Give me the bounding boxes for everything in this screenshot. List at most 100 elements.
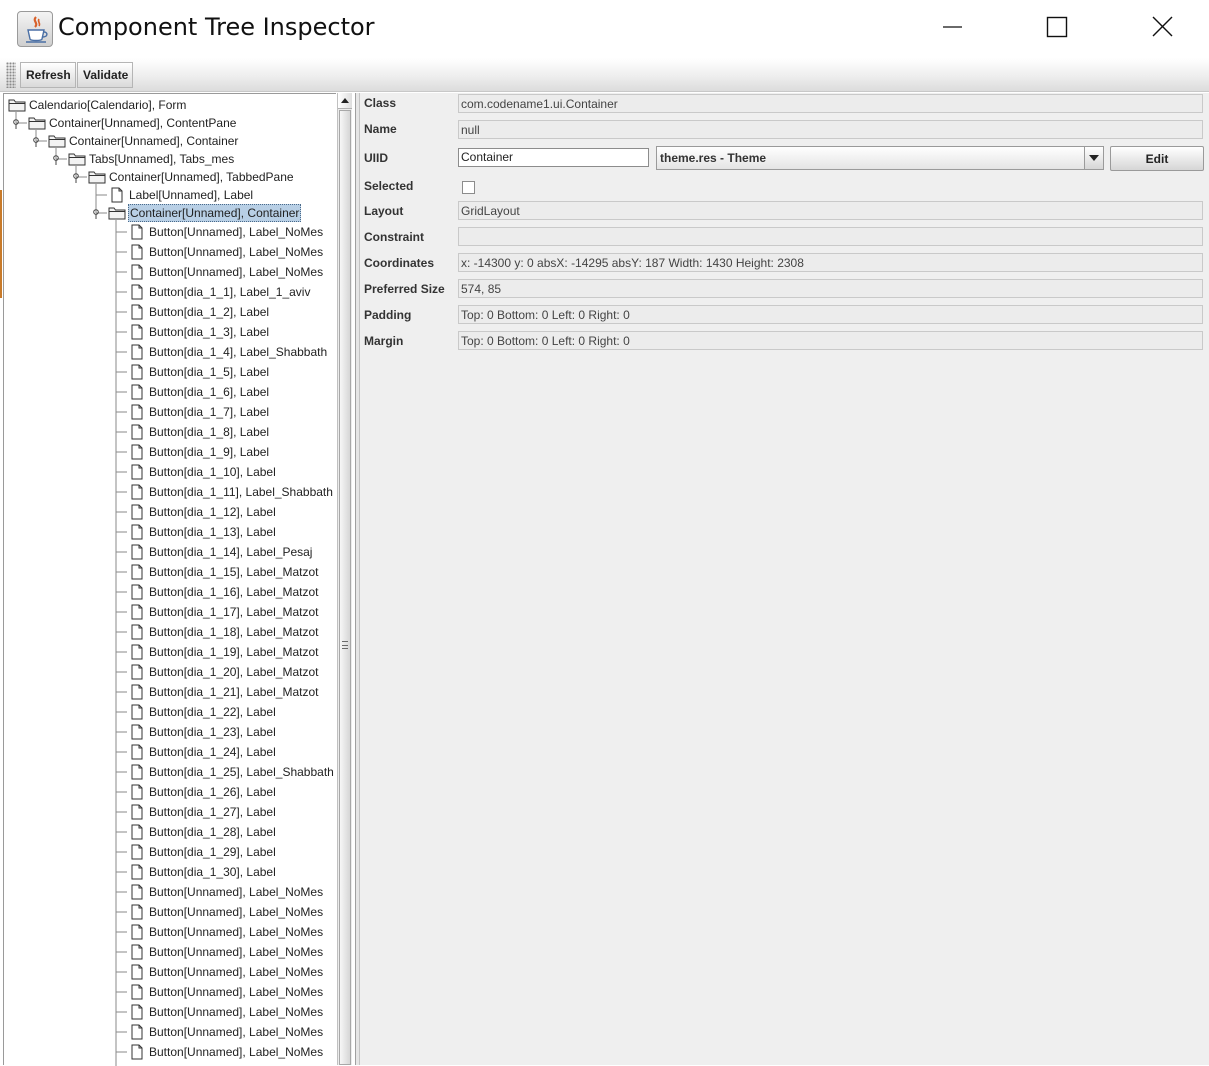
file-icon bbox=[128, 304, 146, 320]
close-button[interactable] bbox=[1140, 8, 1186, 48]
tree-node-label: Button[dia_1_8], Label bbox=[149, 425, 270, 439]
folder-icon bbox=[8, 97, 26, 113]
file-icon bbox=[128, 1004, 146, 1020]
tree-node-leaf[interactable]: Button[Unnamed], Label_NoMes bbox=[128, 1003, 324, 1021]
tree-node-leaf[interactable]: Button[dia_1_8], Label bbox=[128, 423, 270, 441]
tree-node-leaf[interactable]: Button[dia_1_16], Label_Matzot bbox=[128, 583, 319, 601]
tree-node-leaf[interactable]: Button[dia_1_4], Label_Shabbath bbox=[128, 343, 328, 361]
tree-node-leaf[interactable]: Button[Unnamed], Label_NoMes bbox=[128, 903, 324, 921]
tree-node-leaf[interactable]: Button[dia_1_20], Label_Matzot bbox=[128, 663, 319, 681]
edit-button[interactable]: Edit bbox=[1110, 146, 1204, 171]
tree-node-leaf[interactable]: Button[Unnamed], Label_NoMes bbox=[128, 263, 324, 281]
tree-node-leaf[interactable]: Button[dia_1_1], Label_1_aviv bbox=[128, 283, 311, 301]
expand-toggle-icon[interactable] bbox=[12, 118, 20, 129]
scroll-up-button[interactable] bbox=[338, 93, 352, 109]
tree-node-label: Container[Unnamed], TabbedPane bbox=[109, 170, 294, 184]
tree-node-leaf[interactable]: Button[Unnamed], Label_NoMes bbox=[128, 983, 324, 1001]
tree-node-leaf[interactable]: Button[dia_1_25], Label_Shabbath bbox=[128, 763, 335, 781]
chevron-up-icon bbox=[341, 98, 349, 103]
tree-node-label: Button[dia_1_15], Label_Matzot bbox=[149, 565, 319, 579]
tree-node-leaf[interactable]: Button[Unnamed], Label_NoMes bbox=[128, 963, 324, 981]
tree-vertical-scrollbar[interactable] bbox=[337, 93, 352, 1065]
tree-node-leaf[interactable]: Button[dia_1_15], Label_Matzot bbox=[128, 563, 319, 581]
tree-node-leaf[interactable]: Button[dia_1_21], Label_Matzot bbox=[128, 683, 319, 701]
component-tree[interactable]: Calendario[Calendario], Form Container[Un… bbox=[3, 93, 336, 1066]
tree-node-leaf[interactable]: Button[Unnamed], Label_NoMes bbox=[128, 923, 324, 941]
file-icon bbox=[128, 704, 146, 720]
window-title: Component Tree Inspector bbox=[58, 13, 375, 41]
tree-node-container[interactable]: Container[Unnamed], ContentPane bbox=[28, 114, 237, 132]
tree-node-leaf[interactable]: Button[dia_1_2], Label bbox=[128, 303, 270, 321]
tree-node-leaf[interactable]: Button[dia_1_27], Label bbox=[128, 803, 277, 821]
tree-node-leaf[interactable]: Button[dia_1_10], Label bbox=[128, 463, 277, 481]
tree-node-leaf[interactable]: Button[dia_1_13], Label bbox=[128, 523, 277, 541]
scroll-thumb[interactable] bbox=[339, 110, 351, 1065]
tree-node-leaf[interactable]: Button[dia_1_12], Label bbox=[128, 503, 277, 521]
tree-node-leaf[interactable]: Button[dia_1_23], Label bbox=[128, 723, 277, 741]
tree-node-label: Button[dia_1_11], Label_Shabbath bbox=[149, 485, 333, 499]
tree-node-leaf[interactable]: Button[dia_1_29], Label bbox=[128, 843, 277, 861]
tree-node-label: Button[dia_1_24], Label bbox=[149, 745, 276, 759]
maximize-button[interactable] bbox=[1034, 8, 1080, 48]
tree-node-container[interactable]: Container[Unnamed], TabbedPane bbox=[88, 168, 295, 186]
panel-divider[interactable] bbox=[356, 93, 360, 1065]
tree-node-leaf[interactable]: Button[dia_1_19], Label_Matzot bbox=[128, 643, 319, 661]
tree-node-leaf[interactable]: Button[dia_1_26], Label bbox=[128, 783, 277, 801]
uiid-input[interactable]: Container bbox=[458, 148, 649, 167]
tree-node-leaf[interactable]: Button[dia_1_3], Label bbox=[128, 323, 270, 341]
name-field: null bbox=[458, 120, 1203, 139]
tree-node-leaf[interactable]: Label[Unnamed], Label bbox=[108, 186, 254, 204]
tree-node-leaf[interactable]: Button[dia_1_14], Label_Pesaj bbox=[128, 543, 313, 561]
chevron-down-icon bbox=[1089, 155, 1099, 161]
minimize-button[interactable] bbox=[929, 8, 975, 48]
tree-node-leaf[interactable]: Button[Unnamed], Label_NoMes bbox=[128, 943, 324, 961]
tree-node-leaf[interactable]: Button[dia_1_11], Label_Shabbath bbox=[128, 483, 334, 501]
tree-node-leaf[interactable]: Button[dia_1_18], Label_Matzot bbox=[128, 623, 319, 641]
expand-toggle-icon[interactable] bbox=[92, 208, 100, 219]
tree-node-leaf[interactable]: Button[Unnamed], Label_NoMes bbox=[128, 243, 324, 261]
tree-node-container[interactable]: Container[Unnamed], Container bbox=[108, 204, 302, 222]
tree-node-leaf[interactable]: Button[dia_1_30], Label bbox=[128, 863, 277, 881]
tree-node-leaf[interactable]: Button[dia_1_9], Label bbox=[128, 443, 270, 461]
theme-dropdown-button[interactable] bbox=[1084, 147, 1103, 169]
file-icon bbox=[128, 504, 146, 520]
tree-node-leaf[interactable]: Button[dia_1_22], Label bbox=[128, 703, 277, 721]
file-icon bbox=[128, 864, 146, 880]
constraint-label: Constraint bbox=[364, 230, 424, 244]
tree-node-label: Button[dia_1_23], Label bbox=[149, 725, 276, 739]
file-icon bbox=[128, 584, 146, 600]
selected-checkbox[interactable] bbox=[462, 181, 475, 194]
tree-node-label: Button[dia_1_25], Label_Shabbath bbox=[149, 765, 334, 779]
tree-node-leaf[interactable]: Button[Unnamed], Label_NoMes bbox=[128, 883, 324, 901]
tree-node-label: Button[dia_1_30], Label bbox=[149, 865, 276, 879]
tree-node-leaf[interactable]: Button[dia_1_7], Label bbox=[128, 403, 270, 421]
tree-node-label: Button[dia_1_21], Label_Matzot bbox=[149, 685, 319, 699]
layout-field: GridLayout bbox=[458, 201, 1203, 220]
properties-panel: Class com.codename1.ui.Container Name nu… bbox=[355, 93, 1209, 1065]
tree-node-leaf[interactable]: Button[dia_1_17], Label_Matzot bbox=[128, 603, 319, 621]
toolbar-grip[interactable] bbox=[6, 62, 16, 88]
expand-toggle-icon[interactable] bbox=[72, 172, 80, 183]
expand-toggle-icon[interactable] bbox=[32, 136, 40, 147]
tree-node-container[interactable]: Calendario[Calendario], Form bbox=[8, 96, 187, 114]
title-bar: Component Tree Inspector bbox=[0, 0, 1209, 58]
tree-node-leaf[interactable]: Button[Unnamed], Label_NoMes bbox=[128, 1023, 324, 1041]
tree-node-leaf[interactable]: Button[dia_1_24], Label bbox=[128, 743, 277, 761]
tree-node-container[interactable]: Tabs[Unnamed], Tabs_mes bbox=[68, 150, 235, 168]
folder-icon bbox=[108, 205, 126, 221]
tree-node-label: Button[dia_1_19], Label_Matzot bbox=[149, 645, 319, 659]
tree-node-leaf[interactable]: Button[dia_1_28], Label bbox=[128, 823, 277, 841]
tree-node-leaf[interactable]: Button[Unnamed], Label_NoMes bbox=[128, 223, 324, 241]
file-icon bbox=[128, 984, 146, 1000]
tree-node-container[interactable]: Container[Unnamed], Container bbox=[48, 132, 239, 150]
refresh-button[interactable]: Refresh bbox=[20, 62, 76, 88]
tree-node-leaf[interactable]: Button[dia_1_6], Label bbox=[128, 383, 270, 401]
expand-toggle-icon[interactable] bbox=[52, 154, 60, 165]
tree-node-leaf[interactable]: Button[Unnamed], Label_NoMes bbox=[128, 1043, 324, 1061]
theme-select[interactable]: theme.res - Theme bbox=[656, 146, 1104, 170]
tree-node-leaf[interactable]: Button[dia_1_5], Label bbox=[128, 363, 270, 381]
tree-node-label: Button[dia_1_18], Label_Matzot bbox=[149, 625, 319, 639]
validate-button[interactable]: Validate bbox=[77, 62, 133, 88]
layout-label: Layout bbox=[364, 204, 404, 218]
tree-node-label: Button[dia_1_1], Label_1_aviv bbox=[149, 285, 311, 299]
